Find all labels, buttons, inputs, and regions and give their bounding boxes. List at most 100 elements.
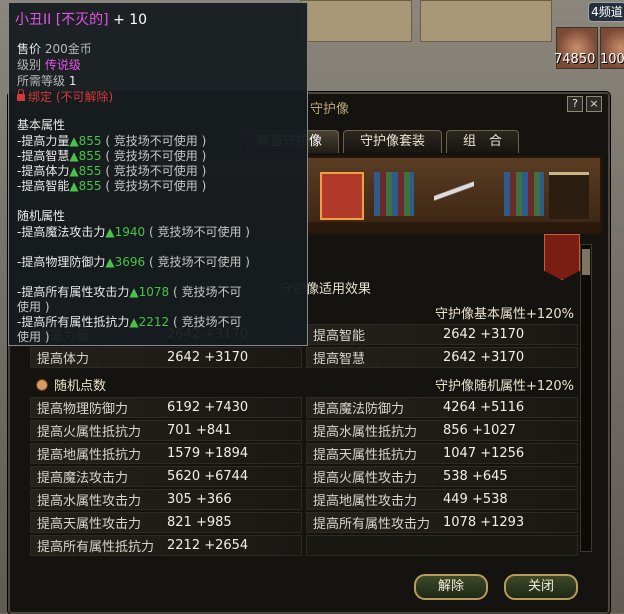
random-attr-row: -提高物理防御力▲3696 ( 竞技场不可使用 ) bbox=[17, 253, 250, 270]
close-button[interactable]: 关闭 bbox=[504, 574, 578, 600]
attr-note: ( 竞技场不可使用 ) bbox=[105, 149, 207, 163]
attribute-row bbox=[306, 535, 578, 556]
crate-right bbox=[420, 0, 552, 42]
attr-value: ▲3696 bbox=[105, 255, 146, 269]
attribute-name: 提高所有属性攻击力 bbox=[313, 517, 431, 532]
price-value: 200金币 bbox=[44, 42, 92, 56]
enhance-level: + 10 bbox=[113, 12, 148, 28]
attr-value: ▲1078 bbox=[129, 285, 170, 299]
attr-note-continued: 使用 ) bbox=[17, 330, 50, 344]
attribute-value: 305 +366 bbox=[167, 492, 232, 507]
books-icon bbox=[374, 172, 414, 216]
attr-name: -提高力量 bbox=[17, 134, 70, 148]
attr-value: ▲2212 bbox=[129, 315, 170, 329]
help-icon[interactable]: ? bbox=[567, 96, 583, 112]
attr-note: ( 竞技场不可 bbox=[172, 315, 242, 329]
close-icon[interactable]: × bbox=[586, 96, 602, 112]
attribute-value: 2212 +2654 bbox=[167, 538, 249, 553]
base-attr-header: 基本属性 bbox=[17, 118, 66, 132]
attribute-value: 2642 +3170 bbox=[443, 350, 525, 365]
attribute-value: 6192 +7430 bbox=[167, 400, 249, 415]
attribute-name: 提高智能 bbox=[313, 329, 366, 344]
attribute-value: 538 +645 bbox=[443, 469, 508, 484]
attribute-name: 提高魔法攻击力 bbox=[37, 471, 129, 486]
tab-combine[interactable]: 组 合 bbox=[446, 130, 520, 153]
price-row: 售价 200金币 bbox=[17, 40, 92, 57]
random-bonus-label: 守护像随机属性+120% bbox=[434, 379, 574, 394]
attribute-name: 提高物理防御力 bbox=[37, 402, 129, 417]
attribute-row: 提高智能 2642 +3170 bbox=[306, 324, 578, 345]
random-attr-header: 随机属性 bbox=[17, 209, 66, 223]
attribute-name: 提高地属性抵抗力 bbox=[37, 448, 142, 463]
attribute-row: 提高水属性攻击力 305 +366 bbox=[30, 489, 302, 510]
lock-icon bbox=[17, 89, 25, 101]
attribute-row: 提高魔法防御力 4264 +5116 bbox=[306, 397, 578, 418]
attribute-row: 提高火属性攻击力 538 +645 bbox=[306, 466, 578, 487]
attribute-value: 821 +985 bbox=[167, 515, 232, 530]
attr-value: ▲855 bbox=[69, 179, 102, 193]
attribute-row: 提高所有属性抵抗力 2212 +2654 bbox=[30, 535, 302, 556]
attr-value: ▲855 bbox=[69, 164, 102, 178]
attribute-name: 提高火属性攻击力 bbox=[313, 471, 418, 486]
attribute-value: 701 +841 bbox=[167, 423, 232, 438]
bind-text: 绑定 (不可解除) bbox=[28, 90, 114, 104]
attr-note: ( 竞技场不可使用 ) bbox=[148, 255, 250, 269]
attribute-value: 5620 +6744 bbox=[167, 469, 249, 484]
grade-label: 级别 bbox=[17, 58, 42, 72]
attribute-value: 4264 +5116 bbox=[443, 400, 525, 415]
scrollbar[interactable] bbox=[580, 244, 592, 552]
attr-value: ▲1940 bbox=[105, 225, 146, 239]
grade-row: 级别 传说级 bbox=[17, 56, 81, 73]
item-name: 小丑II [不灭的] bbox=[15, 12, 109, 28]
random-points-title: 随机点数 bbox=[36, 375, 106, 394]
attribute-row: 提高物理防御力 6192 +7430 bbox=[30, 397, 302, 418]
base-bonus-label: 守护像基本属性+120% bbox=[434, 307, 574, 322]
attr-value: ▲855 bbox=[69, 149, 102, 163]
attribute-row: 提高魔法攻击力 5620 +6744 bbox=[30, 466, 302, 487]
crate-left bbox=[300, 0, 412, 42]
scroll-thumb[interactable] bbox=[582, 249, 590, 275]
random-points-label: 随机点数 bbox=[54, 379, 107, 394]
attribute-name: 提高所有属性抵抗力 bbox=[37, 540, 155, 555]
attribute-value: 1078 +1293 bbox=[443, 515, 525, 530]
grade-value: 传说级 bbox=[44, 58, 81, 72]
attribute-row: 提高天属性攻击力 821 +985 bbox=[30, 512, 302, 533]
release-button[interactable]: 解除 bbox=[414, 574, 488, 600]
attribute-row: 提高地属性攻击力 449 +538 bbox=[306, 489, 578, 510]
tab-guardian-set[interactable]: 守护像套装 bbox=[343, 130, 443, 153]
attr-name: -提高体力 bbox=[17, 164, 70, 178]
attribute-value: 856 +1027 bbox=[443, 423, 516, 438]
candlestick-icon bbox=[549, 172, 589, 219]
attribute-name: 提高火属性抵抗力 bbox=[37, 425, 142, 440]
attr-note: ( 竞技场不可 bbox=[172, 285, 242, 299]
window-title: 守护像 bbox=[310, 102, 350, 117]
channel-button[interactable]: 4频道 bbox=[588, 2, 624, 22]
attr-name: -提高智慧 bbox=[17, 149, 70, 163]
books-icon-2 bbox=[504, 172, 544, 216]
attribute-name: 提高智慧 bbox=[313, 352, 366, 367]
attribute-name: 提高天属性攻击力 bbox=[37, 517, 142, 532]
random-attr-row: -提高魔法攻击力▲1940 ( 竞技场不可使用 ) bbox=[17, 223, 250, 240]
item-tooltip: 小丑II [不灭的] + 10 售价 200金币 级别 传说级 所需等级 1 绑… bbox=[8, 2, 308, 346]
attribute-name: 提高体力 bbox=[37, 352, 90, 367]
random-attr-row: -提高所有属性抵抗力▲2212 ( 竞技场不可 bbox=[17, 313, 241, 330]
random-attribute-table: 提高物理防御力 6192 +7430 提高魔法防御力 4264 +5116 提高火属性抵… bbox=[30, 397, 578, 556]
attr-name: -提高所有属性抵抗力 bbox=[17, 315, 130, 329]
attribute-value: 449 +538 bbox=[443, 492, 508, 507]
attribute-name: 提高水属性攻击力 bbox=[37, 494, 142, 509]
attr-name: -提高所有属性攻击力 bbox=[17, 285, 130, 299]
attr-value: ▲855 bbox=[69, 134, 102, 148]
attribute-row: 提高体力 2642 +3170 bbox=[30, 347, 302, 368]
attribute-value: 2642 +3170 bbox=[167, 350, 249, 365]
window-controls: ? × bbox=[567, 96, 602, 112]
attribute-row: 提高火属性抵抗力 701 +841 bbox=[30, 420, 302, 441]
attr-note: ( 竞技场不可使用 ) bbox=[105, 179, 207, 193]
clown-guardian-icon[interactable] bbox=[320, 172, 364, 220]
level-row: 所需等级 1 bbox=[17, 72, 76, 89]
price-label: 售价 bbox=[17, 42, 42, 56]
base-attr-row: -提高智能▲855 ( 竞技场不可使用 ) bbox=[17, 177, 206, 194]
attribute-value: 2642 +3170 bbox=[443, 327, 525, 342]
attribute-value: 1579 +1894 bbox=[167, 446, 249, 461]
quill-icon bbox=[434, 172, 474, 216]
random-attr-row: -提高所有属性攻击力▲1078 ( 竞技场不可 bbox=[17, 283, 241, 300]
